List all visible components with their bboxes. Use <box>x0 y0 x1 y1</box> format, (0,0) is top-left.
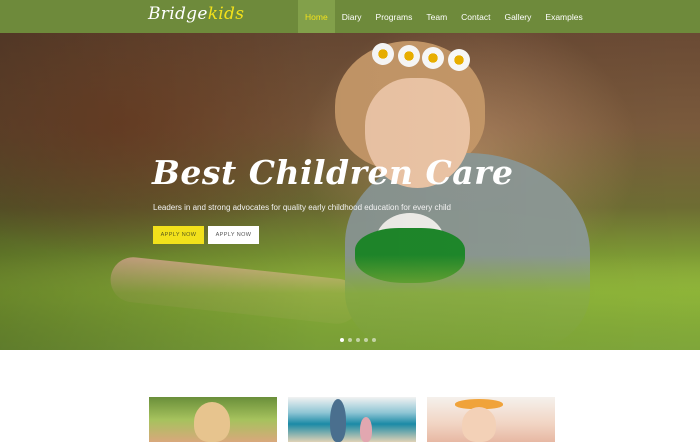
main-nav: Home Diary Programs Team Contact Gallery… <box>298 0 590 33</box>
site-logo[interactable]: Bridgekids <box>148 4 244 24</box>
slider-dot-icon[interactable] <box>340 338 344 342</box>
nav-item-home[interactable]: Home <box>298 0 335 33</box>
nav-item-team[interactable]: Team <box>419 0 454 33</box>
apply-now-primary-button[interactable]: APPLY NOW <box>153 226 204 244</box>
logo-main-text: Bridge <box>148 4 208 24</box>
slider-pagination <box>340 338 376 342</box>
slider-dot-icon[interactable] <box>348 338 352 342</box>
nav-item-diary[interactable]: Diary <box>335 0 369 33</box>
card-image-child-figure <box>194 402 230 442</box>
card-image-child-figure <box>360 417 372 442</box>
slider-dot-icon[interactable] <box>372 338 376 342</box>
nav-item-gallery[interactable]: Gallery <box>497 0 538 33</box>
nav-item-programs[interactable]: Programs <box>369 0 420 33</box>
card-image-flower-crown[interactable] <box>427 397 555 442</box>
nav-item-contact[interactable]: Contact <box>454 0 497 33</box>
slider-dot-icon[interactable] <box>364 338 368 342</box>
logo-accent-text: kids <box>207 4 245 24</box>
card-image-playground[interactable] <box>149 397 277 442</box>
slider-dot-icon[interactable] <box>356 338 360 342</box>
nav-item-examples[interactable]: Examples <box>538 0 589 33</box>
apply-now-secondary-button[interactable]: APPLY NOW <box>208 226 259 244</box>
feature-cards <box>0 397 700 442</box>
hero-title: Best Children Care <box>152 153 514 192</box>
hero-slider: Best Children Care Leaders in and strong… <box>0 33 700 350</box>
card-image-child-face <box>462 407 496 442</box>
card-image-adult-figure <box>330 399 346 442</box>
hero-subtitle: Leaders in and strong advocates for qual… <box>153 203 451 212</box>
top-navigation-bar: Bridgekids Home Diary Programs Team Cont… <box>0 0 700 33</box>
card-image-beach[interactable] <box>288 397 416 442</box>
